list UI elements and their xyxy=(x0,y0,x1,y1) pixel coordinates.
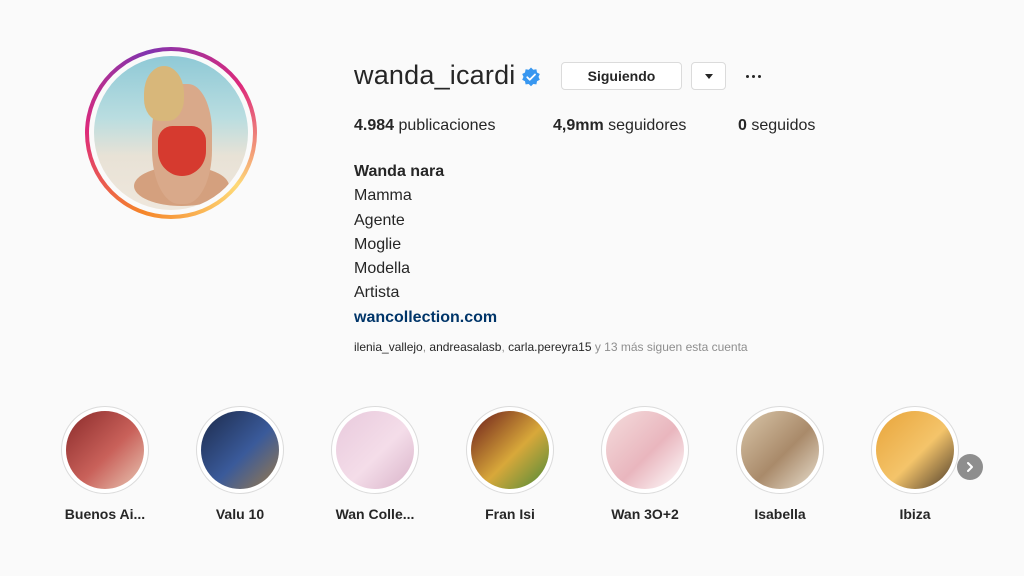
posts-label: publicaciones xyxy=(398,117,496,134)
more-options-icon xyxy=(745,74,749,78)
more-options-icon xyxy=(757,74,761,78)
bio-line: Mamma xyxy=(354,187,412,205)
bio-line: Artista xyxy=(354,284,400,302)
highlight-label: Ibiza xyxy=(899,506,931,522)
chevron-down-icon xyxy=(704,73,713,79)
highlight-label: Wan 3O+2 xyxy=(611,506,679,522)
posts-count: 4.984 xyxy=(354,117,395,134)
avatar-hair xyxy=(144,66,184,121)
highlights-next-button[interactable] xyxy=(957,454,983,480)
highlight-ring xyxy=(196,406,284,494)
highlight-item[interactable]: Wan Colle... xyxy=(330,406,420,522)
highlight-item[interactable]: Isabella xyxy=(735,406,825,522)
profile-website-link[interactable]: wancollection.com xyxy=(354,306,497,330)
highlight-item[interactable]: Wan 3O+2 xyxy=(600,406,690,522)
highlight-item[interactable]: Ibiza xyxy=(870,406,960,522)
avatar-inner xyxy=(89,51,253,215)
highlight-item[interactable]: Valu 10 xyxy=(195,406,285,522)
highlight-ring xyxy=(331,406,419,494)
follower-account[interactable]: carla.pereyra15 xyxy=(508,340,591,354)
bio-line: Modella xyxy=(354,260,411,278)
verified-badge-icon xyxy=(522,67,540,87)
highlight-item[interactable]: Buenos Ai... xyxy=(60,406,150,522)
bio-line: Agente xyxy=(354,211,405,229)
more-options-button[interactable] xyxy=(741,65,765,87)
highlight-label: Isabella xyxy=(754,506,806,522)
following-stat[interactable]: 0 seguidos xyxy=(738,117,815,135)
profile-bio: Wanda nara Mamma Agente Moglie Modella A… xyxy=(354,160,497,330)
highlight-ring xyxy=(871,406,959,494)
highlight-cover-image xyxy=(741,411,819,489)
highlight-cover-image xyxy=(471,411,549,489)
highlight-cover-image xyxy=(66,411,144,489)
followed-by-suffix: y 13 más siguen esta cuenta xyxy=(591,340,748,354)
highlight-label: Valu 10 xyxy=(215,506,265,522)
highlight-label: Fran Isi xyxy=(485,506,535,522)
highlight-cover-image xyxy=(201,411,279,489)
avatar-image xyxy=(94,56,248,210)
more-options-icon xyxy=(751,74,755,78)
followers-label: seguidores xyxy=(608,117,687,134)
highlight-item[interactable]: Fran Isi xyxy=(465,406,555,522)
highlight-label: Buenos Ai... xyxy=(64,506,146,522)
highlight-ring xyxy=(601,406,689,494)
highlight-cover-image xyxy=(876,411,954,489)
highlight-cover-image xyxy=(336,411,414,489)
following-count: 0 xyxy=(738,117,747,134)
followers-count: 4,9mm xyxy=(553,117,604,134)
highlight-ring xyxy=(466,406,554,494)
chevron-right-icon xyxy=(967,462,973,472)
following-label: seguidos xyxy=(751,117,816,134)
followers-stat[interactable]: 4,9mm seguidores xyxy=(553,117,686,135)
profile-avatar[interactable] xyxy=(85,47,257,219)
profile-full-name: Wanda nara xyxy=(354,163,445,180)
posts-stat: 4.984 publicaciones xyxy=(354,117,495,135)
follower-account[interactable]: ilenia_vallejo xyxy=(354,340,423,354)
follower-account[interactable]: andreasalasb xyxy=(429,340,501,354)
suggestions-dropdown-button[interactable] xyxy=(691,62,726,90)
highlight-ring xyxy=(61,406,149,494)
highlight-label: Wan Colle... xyxy=(335,506,415,522)
profile-username: wanda_icardi xyxy=(354,60,516,90)
avatar-swimsuit xyxy=(158,126,206,176)
following-button[interactable]: Siguiendo xyxy=(561,62,682,90)
highlight-cover-image xyxy=(606,411,684,489)
bio-line: Moglie xyxy=(354,235,402,253)
followed-by[interactable]: ilenia_vallejo, andreasalasb, carla.pere… xyxy=(354,340,748,354)
highlight-ring xyxy=(736,406,824,494)
